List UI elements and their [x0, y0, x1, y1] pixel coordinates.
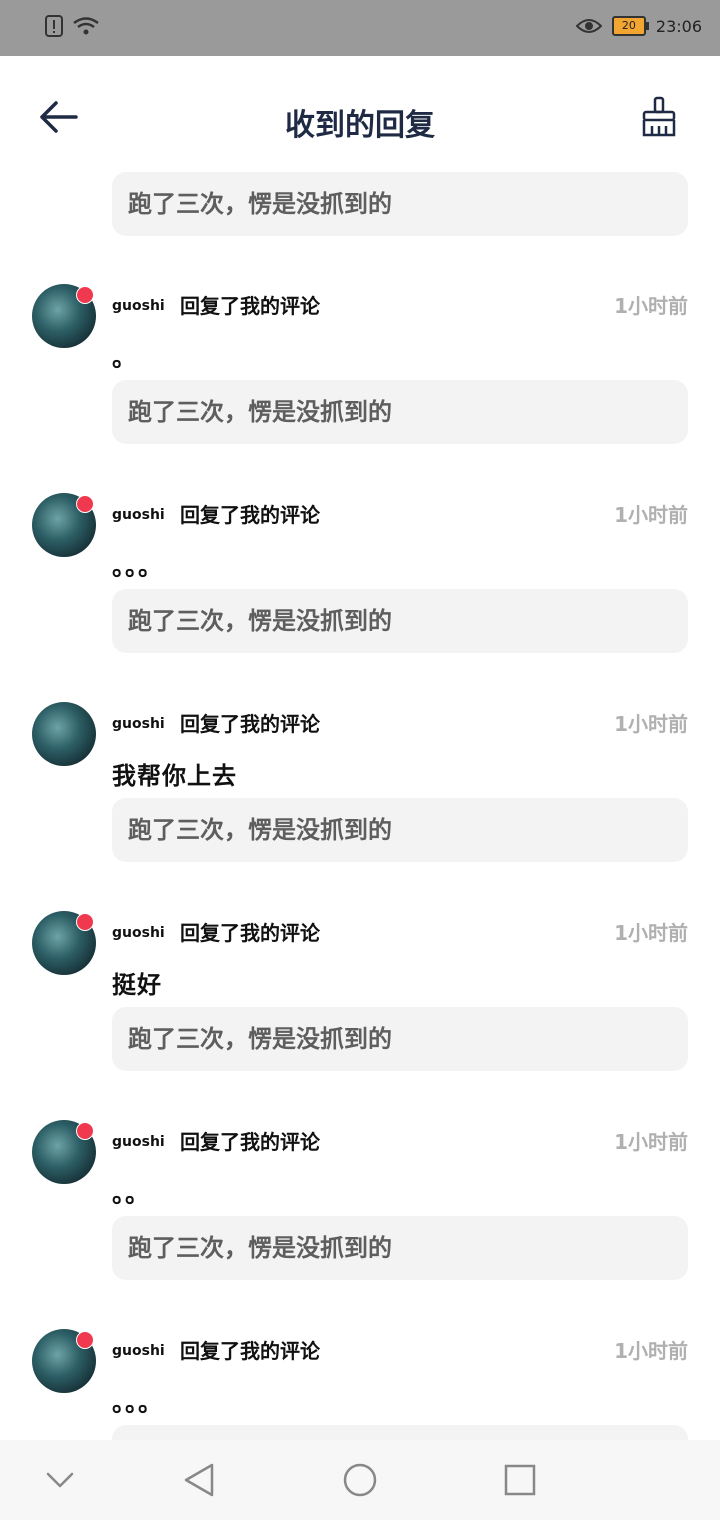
action-text: 回复了我的评论 — [180, 1130, 320, 1154]
action-text: 回复了我的评论 — [180, 1339, 320, 1363]
battery-icon: 20 — [611, 16, 649, 36]
user-name[interactable]: guoshi — [112, 716, 165, 732]
status-right: 20 23:06 — [575, 16, 702, 36]
quoted-comment[interactable]: 跑了三次，愣是没抓到的 — [112, 172, 688, 236]
user-name[interactable]: guoshi — [112, 925, 165, 941]
action-text: 回复了我的评论 — [180, 294, 320, 318]
square-recent-icon[interactable] — [502, 1462, 538, 1498]
action-text: 回复了我的评论 — [180, 712, 320, 736]
reply-item[interactable]: guoshi 回复了我的评论 1小时前 我帮你上去 跑了三次，愣是没抓到的 — [0, 702, 720, 912]
triangle-back-icon[interactable] — [182, 1462, 218, 1498]
avatar[interactable] — [32, 1120, 96, 1184]
user-name[interactable]: guoshi — [112, 507, 165, 523]
time-text: 1小时前 — [614, 1339, 688, 1363]
reply-text: 。。。 — [112, 553, 163, 581]
system-nav-bar — [0, 1440, 720, 1520]
eye-icon — [575, 19, 602, 33]
time-text: 1小时前 — [614, 1130, 688, 1154]
action-text: 回复了我的评论 — [180, 503, 320, 527]
quoted-comment[interactable]: 跑了三次，愣是没抓到的 — [112, 1007, 688, 1071]
reply-item[interactable]: guoshi 回复了我的评论 1小时前 。。 跑了三次，愣是没抓到的 — [0, 1120, 720, 1330]
reply-text: 。。。 — [112, 1389, 163, 1417]
status-left — [44, 14, 100, 38]
chevron-down-icon[interactable] — [42, 1462, 78, 1498]
avatar[interactable] — [32, 1329, 96, 1393]
unread-dot — [76, 1331, 94, 1349]
time-text: 1小时前 — [614, 921, 688, 945]
reply-item[interactable]: guoshi 回复了我的评论 1小时前 。 跑了三次，愣是没抓到的 — [0, 284, 720, 494]
action-text: 回复了我的评论 — [180, 921, 320, 945]
status-bar: 20 23:06 — [0, 0, 720, 56]
reply-text: 我帮你上去 — [112, 762, 237, 790]
unread-dot — [76, 495, 94, 513]
time-text: 1小时前 — [614, 712, 688, 736]
quoted-comment[interactable]: 跑了三次，愣是没抓到的 — [112, 380, 688, 444]
header: 收到的回复 — [0, 56, 720, 176]
reply-text: 。。 — [112, 1180, 150, 1208]
wifi-icon — [73, 17, 99, 35]
quoted-comment[interactable]: 跑了三次，愣是没抓到的 — [112, 798, 688, 862]
reply-text: 。 — [112, 344, 137, 372]
page-title: 收到的回复 — [285, 108, 435, 143]
unread-dot — [76, 286, 94, 304]
unread-dot — [76, 1122, 94, 1140]
unread-dot — [76, 913, 94, 931]
time-text: 1小时前 — [614, 294, 688, 318]
user-name[interactable]: guoshi — [112, 1134, 165, 1150]
reply-item[interactable]: guoshi 回复了我的评论 1小时前 挺好 跑了三次，愣是没抓到的 — [0, 911, 720, 1121]
status-time: 23:06 — [655, 16, 702, 36]
alert-icon — [45, 15, 63, 37]
broom-icon[interactable] — [640, 96, 678, 138]
user-name[interactable]: guoshi — [112, 1343, 165, 1359]
time-text: 1小时前 — [614, 503, 688, 527]
avatar[interactable] — [32, 911, 96, 975]
quoted-comment[interactable]: 跑了三次，愣是没抓到的 — [112, 589, 688, 653]
circle-home-icon[interactable] — [342, 1462, 378, 1498]
reply-text: 挺好 — [112, 971, 162, 999]
avatar[interactable] — [32, 493, 96, 557]
user-name[interactable]: guoshi — [112, 298, 165, 314]
avatar[interactable] — [32, 702, 96, 766]
quoted-comment[interactable]: 跑了三次，愣是没抓到的 — [112, 1216, 688, 1280]
avatar[interactable] — [32, 284, 96, 348]
reply-item[interactable]: guoshi 回复了我的评论 1小时前 。。。 跑了三次，愣是没抓到的 — [0, 493, 720, 703]
